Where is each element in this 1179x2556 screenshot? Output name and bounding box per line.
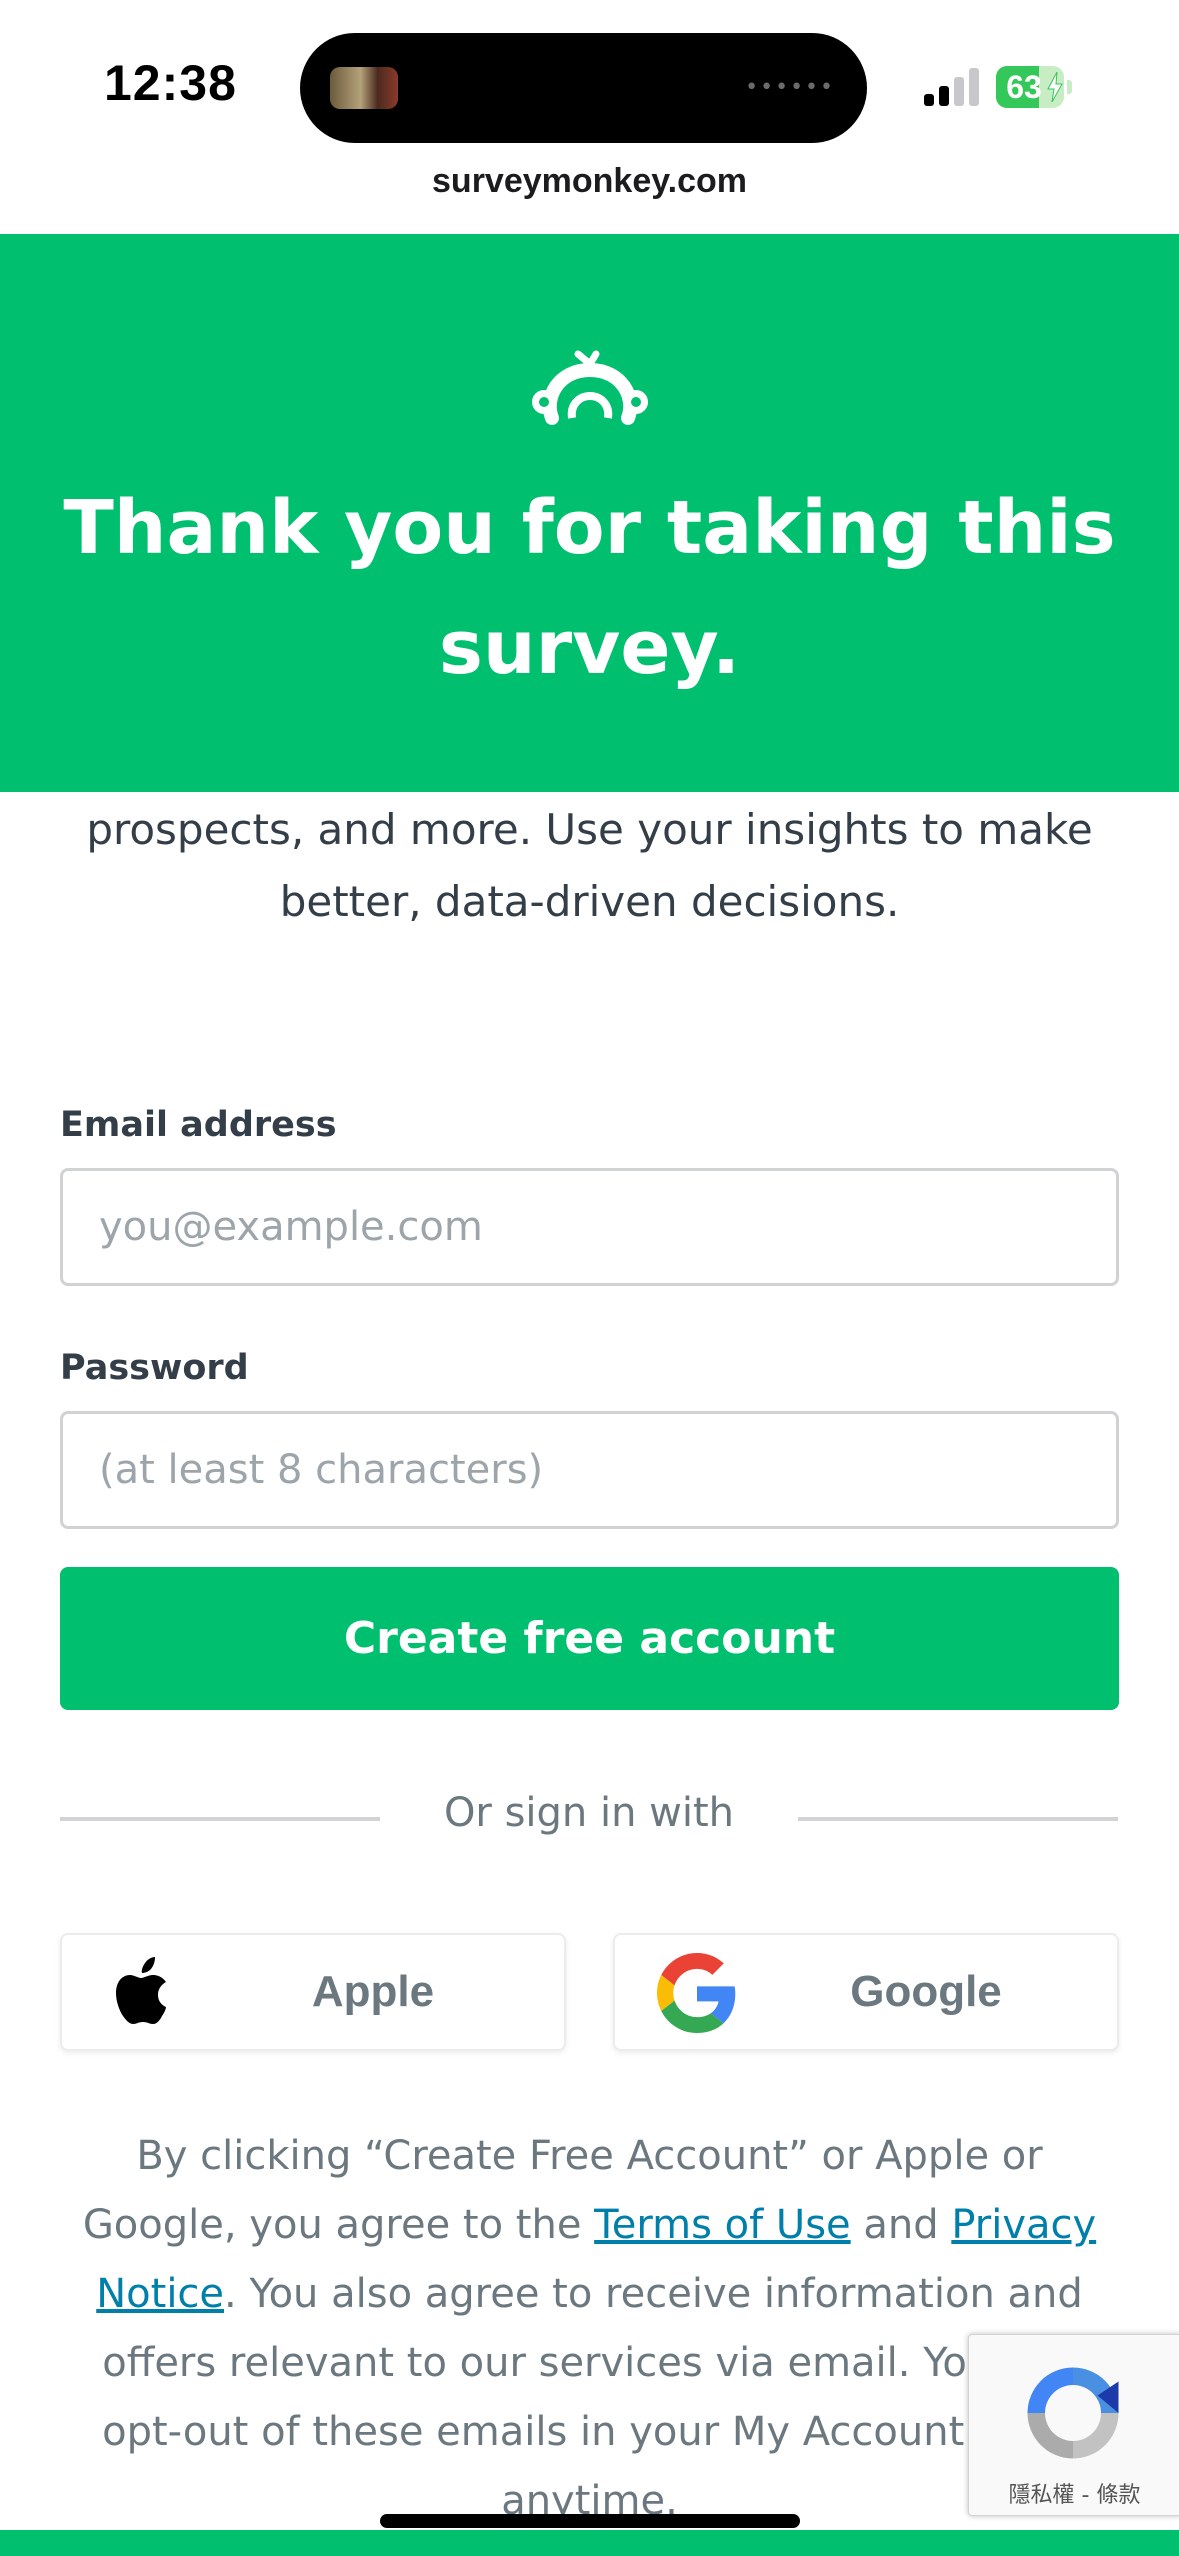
email-field[interactable]	[60, 1168, 1119, 1286]
battery-icon: 63	[996, 66, 1072, 108]
divider-line-right	[798, 1817, 1118, 1821]
terms-of-use-link[interactable]: Terms of Use	[594, 2202, 851, 2248]
audio-waveform-icon: ••••••	[745, 75, 835, 100]
legal-text-part-3: . You also agree to receive information …	[102, 2271, 1083, 2524]
google-button-label: Google	[850, 1967, 1002, 2016]
charging-bolt-icon	[1047, 72, 1063, 102]
battery-percent: 63	[1006, 69, 1042, 105]
recaptcha-badge[interactable]: 隱私權 - 條款	[968, 2334, 1179, 2516]
thank-you-banner: Thank you for taking this survey.	[0, 234, 1179, 792]
google-logo-icon	[657, 1953, 736, 2033]
address-bar-url[interactable]: surveymonkey.com	[0, 162, 1179, 201]
page-title: Thank you for taking this survey.	[63, 485, 1116, 691]
legal-text-part-2: and	[850, 2202, 952, 2248]
status-time: 12:38	[104, 55, 237, 111]
now-playing-thumbnail	[330, 67, 398, 109]
cellular-signal-icon	[924, 68, 980, 106]
home-indicator[interactable]	[380, 2514, 800, 2528]
password-label: Password	[60, 1348, 249, 1388]
surveymonkey-logo-icon	[532, 350, 648, 425]
divider-line-left	[60, 1817, 380, 1821]
apple-sign-in-button[interactable]: Apple	[60, 1933, 566, 2051]
footer-green-strip	[0, 2530, 1179, 2556]
status-bar: 12:38 •••••• 63 surveymonkey.com	[0, 0, 1179, 200]
apple-logo-icon	[116, 1957, 166, 2024]
password-field[interactable]	[60, 1411, 1119, 1529]
email-label: Email address	[60, 1105, 337, 1145]
google-sign-in-button[interactable]: Google	[613, 1933, 1119, 2051]
apple-button-label: Apple	[311, 1967, 435, 2016]
create-account-button[interactable]: Create free account	[60, 1567, 1119, 1710]
legal-disclaimer: By clicking “Create Free Account” or App…	[60, 2122, 1119, 2536]
dynamic-island[interactable]: ••••••	[300, 33, 867, 143]
sign-in-with-label: Or sign in with	[443, 1790, 735, 1836]
intro-text: prospects, and more. Use your insights t…	[86, 805, 1093, 926]
recaptcha-privacy-terms-links[interactable]: 隱私權 - 條款	[969, 2477, 1179, 2509]
recaptcha-logo-icon	[1027, 2367, 1119, 2459]
